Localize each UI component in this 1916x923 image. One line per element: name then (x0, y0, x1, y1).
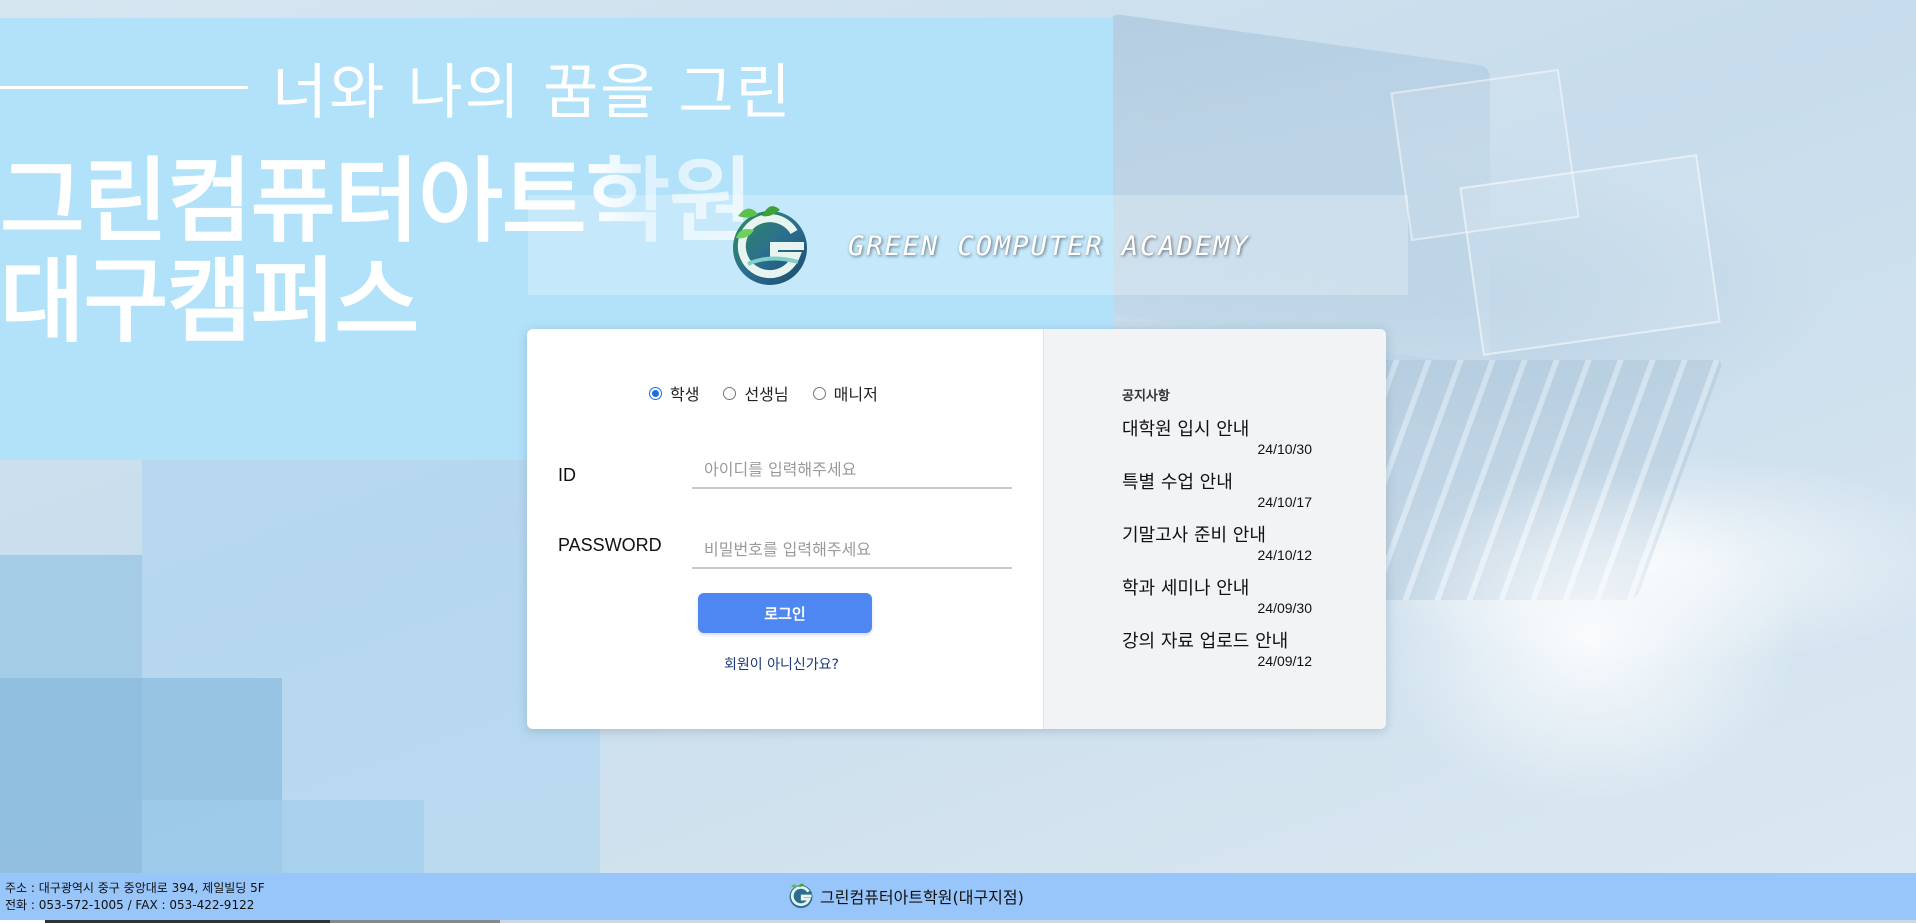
decorative-square (142, 800, 424, 873)
role-selector: 학생 선생님 매니저 (649, 381, 878, 405)
password-input[interactable] (692, 531, 1012, 569)
notice-list: 대학원 입시 안내 24/10/30 특별 수업 안내 24/10/17 기말고… (1122, 415, 1312, 680)
footer-address: 주소 : 대구광역시 중구 중앙대로 394, 제일빌딩 5F (5, 881, 265, 895)
role-label: 선생님 (744, 385, 789, 404)
notice-item[interactable]: 특별 수업 안내 24/10/17 (1122, 468, 1312, 521)
notice-item-title: 특별 수업 안내 (1122, 472, 1233, 493)
notice-item-title: 대학원 입시 안내 (1122, 419, 1250, 440)
notice-item-title: 기말고사 준비 안내 (1122, 525, 1266, 546)
footer: 주소 : 대구광역시 중구 중앙대로 394, 제일빌딩 5F 전화 : 053… (0, 873, 1916, 923)
role-radio-manager[interactable] (812, 386, 826, 400)
role-option-teacher[interactable]: 선생님 (723, 381, 789, 405)
notice-heading: 공지사항 (1122, 389, 1170, 404)
role-label: 학생 (670, 385, 700, 404)
background-hands (1380, 470, 1800, 810)
footer-phone: 전화 : 053-572-1005 / FAX : 053-422-9122 (5, 898, 255, 912)
login-button[interactable]: 로그인 (698, 593, 872, 633)
notice-item-date: 24/10/17 (1257, 494, 1313, 510)
notice-item[interactable]: 대학원 입시 안내 24/10/30 (1122, 415, 1312, 468)
tagline-text: 너와 나의 꿈을 그린 (272, 57, 793, 128)
green-g-logo-icon (733, 206, 807, 285)
role-label: 매니저 (833, 385, 878, 404)
notice-item-title: 학과 세미나 안내 (1122, 578, 1250, 599)
notice-item-date: 24/10/12 (1257, 547, 1313, 563)
notice-item-date: 24/09/12 (1257, 653, 1313, 669)
hero-title-line1: 그린컴퓨터아트학원 (0, 148, 754, 255)
notice-item-title: 강의 자료 업로드 안내 (1122, 631, 1289, 652)
notice-item-date: 24/09/30 (1257, 600, 1313, 616)
notice-panel: 공지사항 대학원 입시 안내 24/10/30 특별 수업 안내 24/10/1… (1043, 329, 1386, 729)
logo-text: GREEN COMPUTER ACADEMY (848, 231, 1250, 262)
tagline-rule (0, 85, 248, 89)
hero-title: 그린컴퓨터아트학원 대구캠퍼스 (0, 148, 754, 352)
role-option-manager[interactable]: 매니저 (812, 381, 878, 405)
id-label: ID (558, 465, 576, 485)
notice-item-date: 24/10/30 (1257, 441, 1313, 457)
notice-item[interactable]: 기말고사 준비 안내 24/10/12 (1122, 521, 1312, 574)
role-radio-teacher[interactable] (723, 386, 737, 400)
footer-contact: 주소 : 대구광역시 중구 중앙대로 394, 제일빌딩 5F 전화 : 053… (5, 880, 265, 914)
password-label: PASSWORD (558, 535, 662, 555)
footer-brand-name: 그린컴퓨터아트학원(대구지점) (820, 888, 1024, 907)
login-form: 학생 선생님 매니저 ID PASSWORD 로그인 회원이 아니신가요? (527, 329, 1043, 729)
hero-tagline: 너와 나의 꿈을 그린 (0, 52, 793, 128)
role-radio-student[interactable] (649, 386, 662, 400)
background-graph-panel (1459, 154, 1721, 356)
id-input[interactable] (692, 451, 1012, 489)
role-option-student[interactable]: 학생 (649, 381, 699, 405)
notice-item[interactable]: 학과 세미나 안내 24/09/30 (1122, 574, 1312, 627)
login-card: 학생 선생님 매니저 ID PASSWORD 로그인 회원이 아니신가요? 공지… (527, 329, 1386, 729)
green-g-logo-icon (789, 883, 813, 909)
notice-item[interactable]: 강의 자료 업로드 안내 24/09/12 (1122, 627, 1312, 680)
footer-brand: 그린컴퓨터아트학원(대구지점) (788, 883, 1024, 909)
signup-link[interactable]: 회원이 아니신가요? (724, 654, 839, 674)
